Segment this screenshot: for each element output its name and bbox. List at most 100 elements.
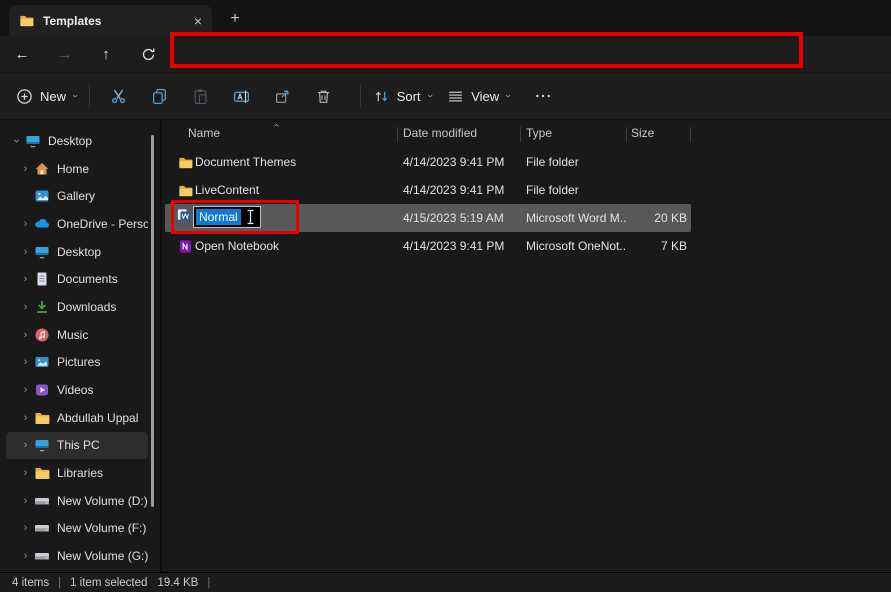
delete-button[interactable] xyxy=(307,80,341,112)
chevron-right-icon[interactable]: › xyxy=(19,384,32,396)
chevron-right-icon[interactable]: › xyxy=(19,329,32,341)
chevron-right-icon[interactable]: › xyxy=(19,301,32,313)
file-row-open-notebook[interactable]: Open Notebook 4/14/2023 9:41 PM Microsof… xyxy=(165,232,691,260)
sidebar-item-onedrive[interactable]: › OneDrive - Personal xyxy=(6,210,148,238)
sidebar-item-desktop[interactable]: › Desktop xyxy=(6,238,148,266)
refresh-icon xyxy=(141,47,156,62)
column-divider[interactable] xyxy=(626,127,627,142)
onedrive-cloud-icon xyxy=(34,216,50,232)
sidebar-item-new-volume-d[interactable]: › New Volume (D:) xyxy=(6,487,148,515)
column-headers: Name › Date modified Type Size xyxy=(163,123,891,145)
file-date: 4/14/2023 9:41 PM xyxy=(397,155,520,169)
item-count: 4 items xyxy=(12,577,49,589)
sidebar-item-new-volume-g[interactable]: › New Volume (G:) xyxy=(6,542,148,570)
selection-size: 19.4 KB xyxy=(157,577,198,589)
chevron-right-icon[interactable]: › xyxy=(19,163,32,175)
file-date: 4/14/2023 9:41 PM xyxy=(397,239,520,253)
navigation-pane: › Desktop › Home Gallery › OneDrive - Pe… xyxy=(0,120,160,572)
column-header-type[interactable]: Type xyxy=(526,126,552,140)
sidebar-divider xyxy=(160,120,162,572)
drive-icon xyxy=(34,548,50,564)
sidebar-item-new-volume-f[interactable]: › New Volume (F:) xyxy=(6,515,148,543)
chevron-right-icon[interactable]: › xyxy=(19,439,32,451)
file-date: 4/15/2023 5:19 AM xyxy=(397,211,520,225)
word-template-icon xyxy=(177,208,191,222)
file-name: LiveContent xyxy=(195,183,259,197)
forward-button: → xyxy=(53,42,77,66)
desktop-monitor-icon xyxy=(34,244,50,260)
gallery-icon xyxy=(34,188,50,204)
chevron-right-icon[interactable]: › xyxy=(19,273,32,285)
column-divider[interactable] xyxy=(397,127,398,142)
sidebar-item-desktop-root[interactable]: › Desktop xyxy=(6,127,148,155)
folder-icon xyxy=(178,183,193,198)
chevron-right-icon[interactable]: › xyxy=(19,356,32,368)
column-header-date-modified[interactable]: Date modified xyxy=(403,126,477,140)
sidebar-item-pictures[interactable]: › Pictures xyxy=(6,349,148,377)
sidebar-item-documents[interactable]: › Documents xyxy=(6,265,148,293)
folder-icon xyxy=(34,410,50,426)
highlight-box-rename-field: Normal xyxy=(171,200,299,234)
sidebar-item-this-pc[interactable]: › This PC xyxy=(6,432,148,460)
column-divider[interactable] xyxy=(520,127,521,142)
chevron-down-icon: › xyxy=(502,94,514,98)
sidebar-item-videos[interactable]: › Videos xyxy=(6,376,148,404)
share-button[interactable] xyxy=(266,80,300,112)
desktop-monitor-icon xyxy=(25,133,41,149)
new-tab-button[interactable]: + xyxy=(224,8,246,30)
status-divider: | xyxy=(58,577,61,589)
sidebar-item-downloads[interactable]: › Downloads xyxy=(6,293,148,321)
drive-icon xyxy=(34,493,50,509)
plus-circle-icon xyxy=(16,88,33,105)
sidebar-item-music[interactable]: › Music xyxy=(6,321,148,349)
status-divider: | xyxy=(207,577,210,589)
home-icon xyxy=(34,161,50,177)
folder-icon xyxy=(178,155,193,170)
sidebar-item-gallery[interactable]: Gallery xyxy=(6,182,148,210)
new-button[interactable]: New › xyxy=(16,88,77,105)
chevron-right-icon[interactable]: › xyxy=(19,522,32,534)
view-lines-icon xyxy=(447,88,464,105)
scissors-icon xyxy=(110,88,127,105)
column-header-size[interactable]: Size xyxy=(631,126,654,140)
sidebar-item-home[interactable]: › Home xyxy=(6,155,148,183)
column-divider[interactable] xyxy=(690,127,691,142)
sidebar-item-libraries[interactable]: › Libraries xyxy=(6,459,148,487)
folder-icon xyxy=(34,465,50,481)
more-dots-icon xyxy=(534,87,552,105)
sidebar-scrollbar[interactable] xyxy=(151,135,154,507)
chevron-right-icon[interactable]: › xyxy=(19,467,32,479)
up-button[interactable]: ↑ xyxy=(94,42,118,66)
chevron-down-icon: › xyxy=(69,94,81,98)
chevron-right-icon[interactable]: › xyxy=(19,495,32,507)
close-tab-icon[interactable]: × xyxy=(194,14,202,28)
see-more-button[interactable] xyxy=(528,80,558,112)
video-play-icon xyxy=(34,382,50,398)
copy-button[interactable] xyxy=(143,80,177,112)
view-button[interactable]: View › xyxy=(447,88,510,105)
sidebar-item-abdullah-uppal[interactable]: › Abdullah Uppal xyxy=(6,404,148,432)
download-arrow-icon xyxy=(34,299,50,315)
copy-icon xyxy=(151,88,168,105)
tab-bar: Templates × + xyxy=(0,0,891,36)
chevron-expanded-icon[interactable]: › xyxy=(11,134,23,147)
chevron-right-icon[interactable]: › xyxy=(19,218,32,230)
highlight-box-address-bar xyxy=(170,32,803,68)
chevron-right-icon[interactable]: › xyxy=(19,550,32,562)
rename-button[interactable] xyxy=(225,80,259,112)
cut-button[interactable] xyxy=(102,80,136,112)
onenote-icon xyxy=(178,239,193,254)
file-row-document-themes[interactable]: Document Themes 4/14/2023 9:41 PM File f… xyxy=(165,148,691,176)
column-header-name[interactable]: Name xyxy=(188,126,220,140)
refresh-button[interactable] xyxy=(136,42,160,66)
share-icon xyxy=(274,88,291,105)
chevron-right-icon[interactable]: › xyxy=(19,412,32,424)
paste-icon xyxy=(192,88,209,105)
back-button[interactable]: ← xyxy=(10,42,34,66)
chevron-right-icon[interactable]: › xyxy=(19,246,32,258)
sort-button[interactable]: Sort › xyxy=(373,88,432,105)
file-type: File folder xyxy=(520,155,626,169)
file-name: Open Notebook xyxy=(195,239,279,253)
text-cursor-icon xyxy=(246,209,255,225)
file-type: Microsoft OneNot... xyxy=(520,239,626,253)
